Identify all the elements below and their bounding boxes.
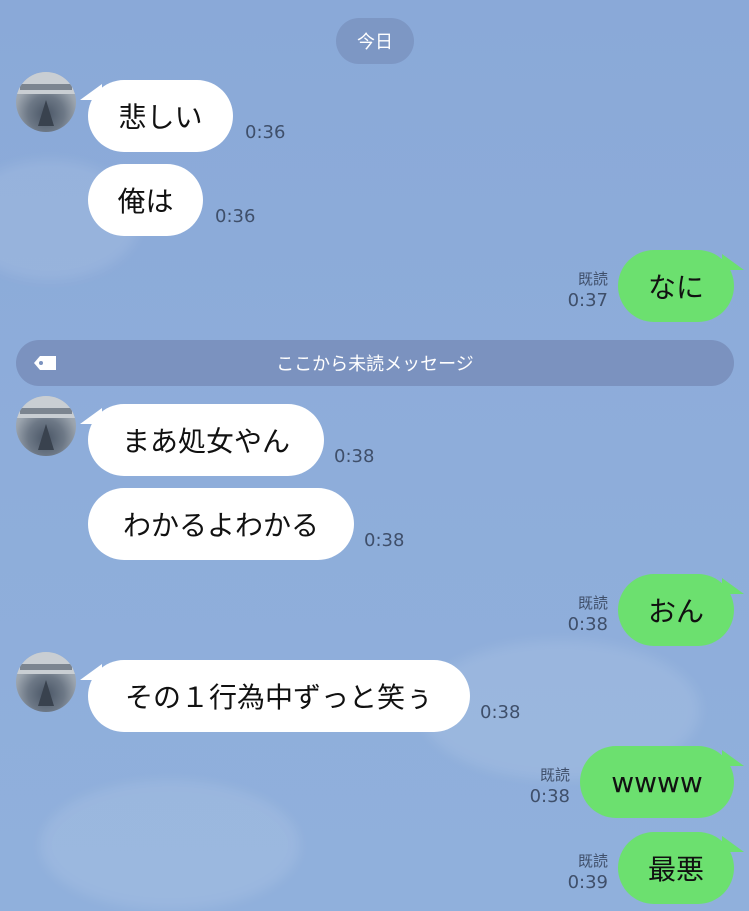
avatar-photo-icon (16, 396, 76, 450)
message-bubble[interactable]: その１行為中ずっと笑ぅ (88, 660, 470, 732)
message-bubble[interactable]: わかるよわかる (88, 488, 354, 560)
read-label: 既読 (577, 270, 608, 288)
read-receipt: 既読 0:39 (548, 850, 608, 894)
message-time: 0:38 (529, 786, 570, 807)
message-bubble[interactable]: 最悪 (618, 832, 734, 904)
read-receipt: 既読 0:37 (548, 268, 608, 312)
avatar-photo-icon (16, 72, 76, 126)
message-bubble[interactable]: wwww (580, 746, 734, 818)
avatar[interactable] (16, 652, 76, 712)
message-time: 0:36 (215, 206, 256, 227)
read-receipt: 既読 0:38 (510, 764, 570, 808)
message-bubble[interactable]: おん (618, 574, 734, 646)
read-label: 既読 (577, 852, 608, 870)
read-label: 既読 (577, 594, 608, 612)
message-time: 0:38 (334, 446, 375, 467)
message-time: 0:39 (567, 872, 608, 893)
message-bubble[interactable]: 俺は (88, 164, 203, 236)
message-bubble[interactable]: 悲しい (88, 80, 233, 152)
message-time: 0:36 (245, 122, 286, 143)
unread-divider: ここから未読メッセージ (16, 340, 734, 386)
date-separator: 今日 (336, 18, 414, 64)
tag-icon (34, 356, 56, 370)
message-time: 0:38 (480, 702, 521, 723)
message-time: 0:38 (567, 614, 608, 635)
avatar[interactable] (16, 396, 76, 456)
read-label: 既読 (539, 766, 570, 784)
message-time: 0:38 (364, 530, 405, 551)
message-bubble[interactable]: まあ処女やん (88, 404, 324, 476)
message-time: 0:37 (567, 290, 608, 311)
read-receipt: 既読 0:38 (548, 592, 608, 636)
message-bubble[interactable]: なに (618, 250, 734, 322)
avatar[interactable] (16, 72, 76, 132)
avatar-photo-icon (16, 652, 76, 706)
